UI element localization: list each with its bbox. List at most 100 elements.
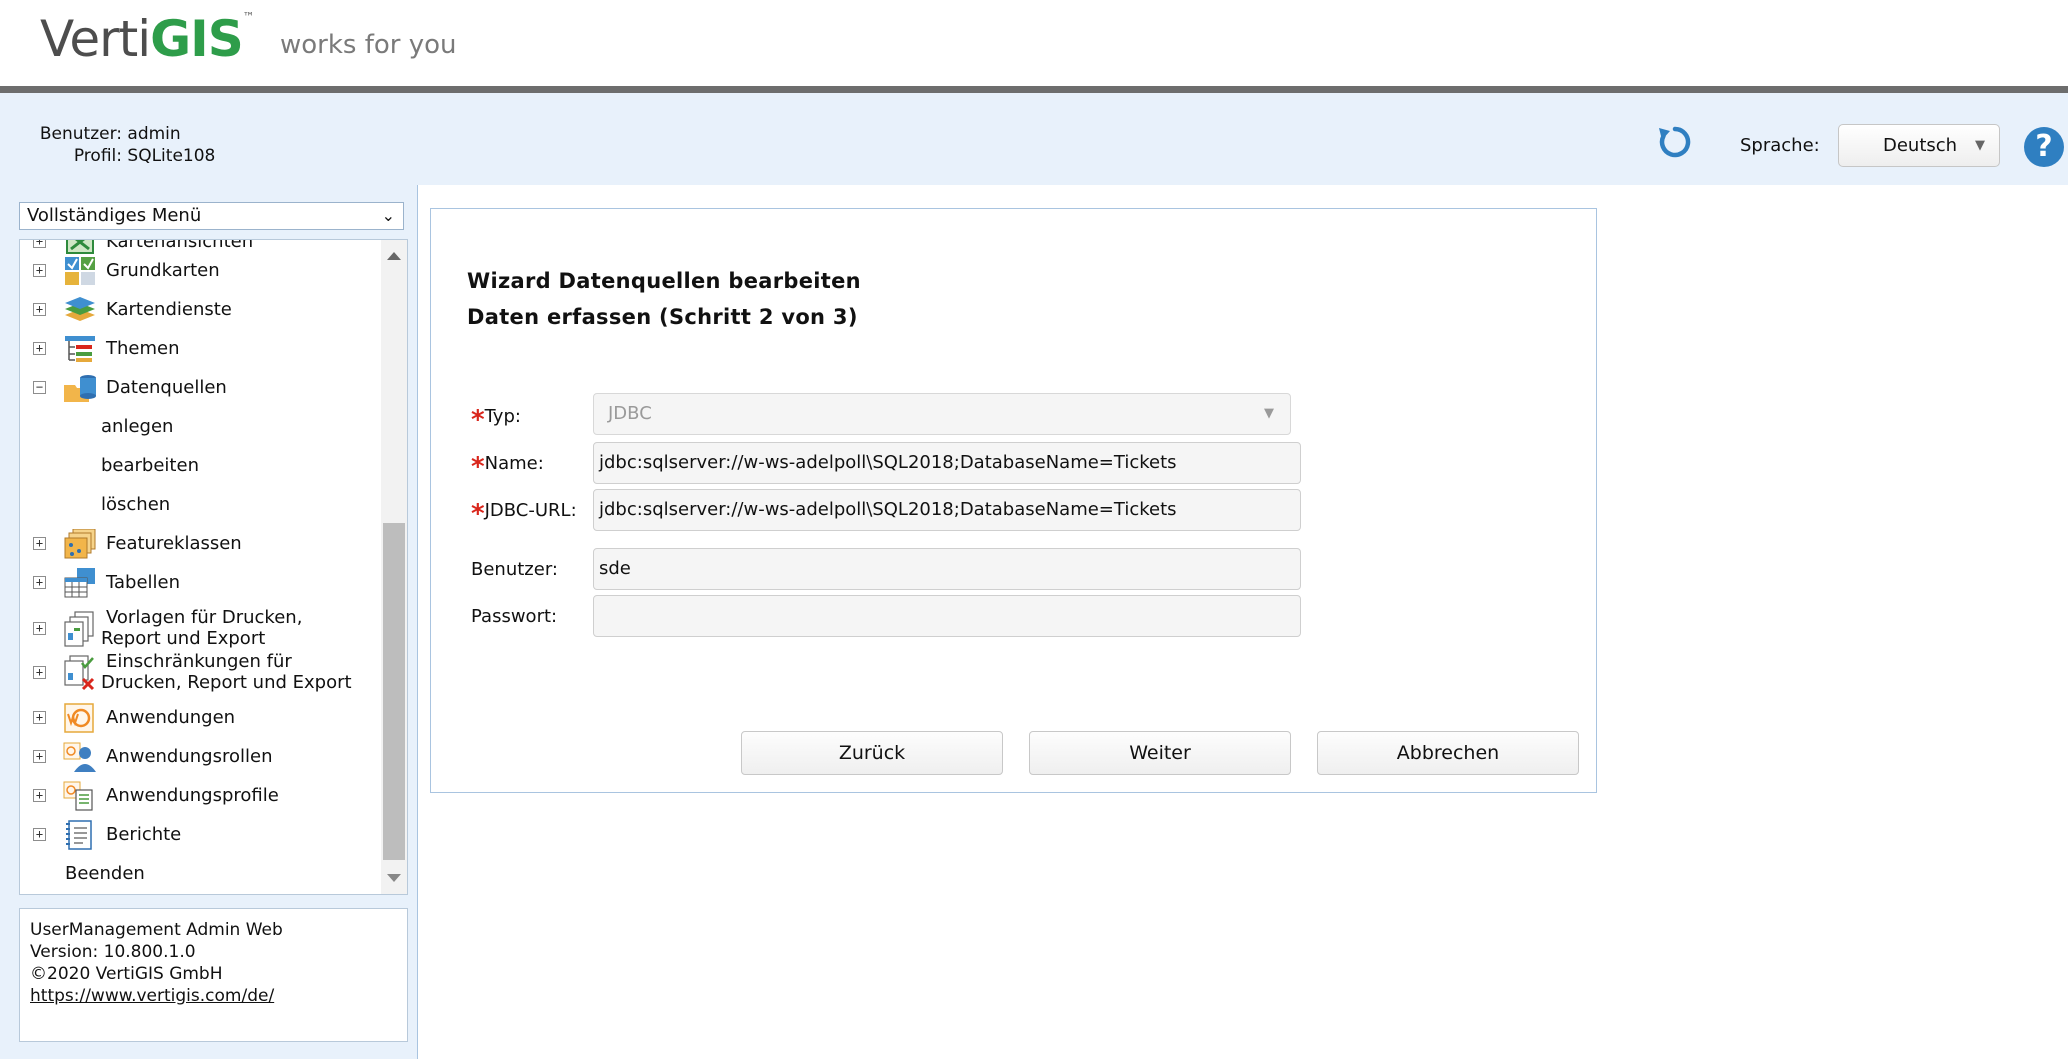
tree-item-einschraenkungen[interactable]: + Einschränkungen für Drucken, Report un… — [20, 651, 380, 693]
name-label-text: Name: — [484, 453, 544, 474]
wizard-title-line2: Daten erfassen (Schritt 2 von 3) — [467, 305, 858, 329]
tree-item-label: Anwendungen — [106, 707, 236, 728]
expand-icon[interactable]: + — [33, 240, 46, 248]
expand-icon[interactable]: + — [33, 576, 46, 589]
logo-trademark: ™ — [242, 10, 255, 24]
menu-select[interactable]: Vollständiges Menü ⌄ — [19, 202, 404, 230]
logo-accent-text: GIS — [150, 10, 244, 68]
tree-scrollbar[interactable] — [381, 240, 407, 894]
expand-icon[interactable]: + — [33, 264, 46, 277]
tree-item-label: löschen — [101, 494, 171, 515]
tree-item-grundkarten[interactable]: + Grundkarten — [20, 255, 380, 285]
expand-icon[interactable]: + — [33, 828, 46, 841]
map-services-icon — [65, 297, 95, 321]
expand-icon[interactable]: + — [33, 750, 46, 763]
name-input[interactable]: jdbc:sqlserver://w-ws-adelpoll\SQL2018;D… — [593, 442, 1301, 484]
tree-item-kartenansichten[interactable]: + Kartenansichten — [20, 239, 380, 256]
tree-item-label: Themen — [106, 338, 180, 359]
scroll-down-icon[interactable] — [387, 874, 401, 882]
tree-subitem-loeschen[interactable]: löschen — [20, 489, 380, 519]
scrollbar-thumb[interactable] — [383, 523, 405, 860]
tree-item-datenquellen[interactable]: − Datenquellen — [20, 372, 380, 402]
username-label: Benutzer: — [471, 559, 558, 580]
expand-icon[interactable]: + — [33, 711, 46, 724]
jdbc-url-label-text: JDBC-URL: — [484, 500, 577, 521]
brand-header: VertiGIS™ works for you — [0, 0, 2068, 86]
jdbc-url-input[interactable]: jdbc:sqlserver://w-ws-adelpoll\SQL2018;D… — [593, 489, 1301, 531]
vertigis-logo: VertiGIS™ — [40, 10, 255, 68]
language-select[interactable]: Deutsch ▼ — [1838, 124, 2000, 167]
tree-item-label-line2: Drucken, Report und Export — [101, 672, 352, 693]
basemaps-icon — [65, 257, 95, 285]
tree-item-label: Kartenansichten — [106, 239, 254, 252]
tree-subitem-anlegen[interactable]: anlegen — [20, 411, 380, 441]
cancel-button[interactable]: Abbrechen — [1317, 731, 1579, 775]
language-label: Sprache: — [1740, 135, 1820, 156]
tree-item-label: Anwendungsrollen — [106, 746, 273, 767]
collapse-icon[interactable]: − — [33, 381, 46, 394]
featureclasses-icon — [64, 529, 96, 559]
tree-item-anwendungsrollen[interactable]: + Anwendungsrollen — [20, 741, 380, 772]
required-mark: * — [471, 452, 485, 482]
required-mark: * — [471, 405, 485, 435]
header-divider — [0, 86, 2068, 93]
password-label: Passwort: — [471, 606, 558, 627]
next-button[interactable]: Weiter — [1029, 731, 1291, 775]
expand-icon[interactable]: + — [33, 789, 46, 802]
logo-text: Verti — [40, 10, 151, 68]
expand-icon[interactable]: + — [33, 537, 46, 550]
print-templates-icon — [64, 611, 94, 647]
required-mark: * — [471, 499, 485, 529]
expand-icon[interactable]: + — [33, 303, 46, 316]
back-button[interactable]: Zurück — [741, 731, 1003, 775]
tree-item-berichte[interactable]: + Berichte — [20, 819, 380, 850]
tree-item-label-line2: Report und Export — [101, 628, 266, 649]
type-select[interactable]: JDBC ▼ — [593, 393, 1291, 435]
datasources-icon — [64, 375, 96, 402]
application-roles-icon — [63, 742, 96, 772]
tree-item-kartendienste[interactable]: + Kartendienste — [20, 294, 380, 324]
type-label-text: Typ: — [484, 406, 521, 427]
help-icon[interactable]: ? — [2024, 127, 2064, 167]
vendor-link[interactable]: https://www.vertigis.com/de/ — [30, 986, 274, 1006]
reports-icon — [66, 820, 92, 850]
password-input[interactable] — [593, 595, 1301, 637]
tree-item-vorlagen[interactable]: + Vorlagen für Drucken, Report und Expor… — [20, 607, 380, 649]
wizard-title: Wizard Datenquellen bearbeiten Daten erf… — [467, 263, 861, 335]
dropdown-arrow-icon: ▼ — [1975, 138, 1985, 153]
scroll-up-icon[interactable] — [387, 252, 401, 260]
themes-icon — [65, 336, 95, 362]
profile-label: Profil: — [73, 146, 122, 166]
tree-item-label: anlegen — [101, 416, 174, 437]
tree-item-label: Kartendienste — [106, 299, 232, 320]
expand-icon[interactable]: + — [33, 666, 46, 679]
dropdown-arrow-icon: ▼ — [1264, 406, 1274, 421]
tree-item-anwendungsprofile[interactable]: + Anwendungsprofile — [20, 780, 380, 811]
type-value: JDBC — [608, 403, 652, 424]
tree-item-anwendungen[interactable]: + Anwendungen — [20, 702, 380, 733]
type-label: *Typ: — [471, 399, 521, 435]
tree-item-label: Featureklassen — [106, 533, 242, 554]
application-profiles-icon — [63, 781, 93, 811]
app-version: Version: 10.800.1.0 — [30, 942, 196, 962]
tree-item-featureklassen[interactable]: + Featureklassen — [20, 528, 380, 559]
refresh-icon[interactable] — [1656, 123, 1694, 161]
tables-icon — [64, 568, 95, 598]
name-label: *Name: — [471, 446, 544, 482]
tree-item-themen[interactable]: + Themen — [20, 333, 380, 363]
expand-icon[interactable]: + — [33, 342, 46, 355]
tree-subitem-bearbeiten[interactable]: bearbeiten — [20, 450, 380, 480]
tree-item-label: Berichte — [106, 824, 182, 845]
chevron-down-icon: ⌄ — [381, 206, 395, 225]
tree-item-beenden[interactable]: Beenden — [20, 858, 380, 888]
navigation-tree: + Kartenansichten + Grundkarten + Karten… — [19, 239, 408, 895]
expand-icon[interactable]: + — [33, 622, 46, 635]
user-value: admin — [127, 124, 181, 144]
app-name: UserManagement Admin Web — [30, 920, 283, 940]
username-input[interactable]: sde — [593, 548, 1301, 590]
slogan: works for you — [280, 30, 457, 60]
tree-item-tabellen[interactable]: + Tabellen — [20, 567, 380, 598]
wizard-panel: Wizard Datenquellen bearbeiten Daten erf… — [430, 208, 1597, 793]
app-copyright: ©2020 VertiGIS GmbH — [30, 964, 223, 984]
wizard-title-line1: Wizard Datenquellen bearbeiten — [467, 269, 861, 293]
